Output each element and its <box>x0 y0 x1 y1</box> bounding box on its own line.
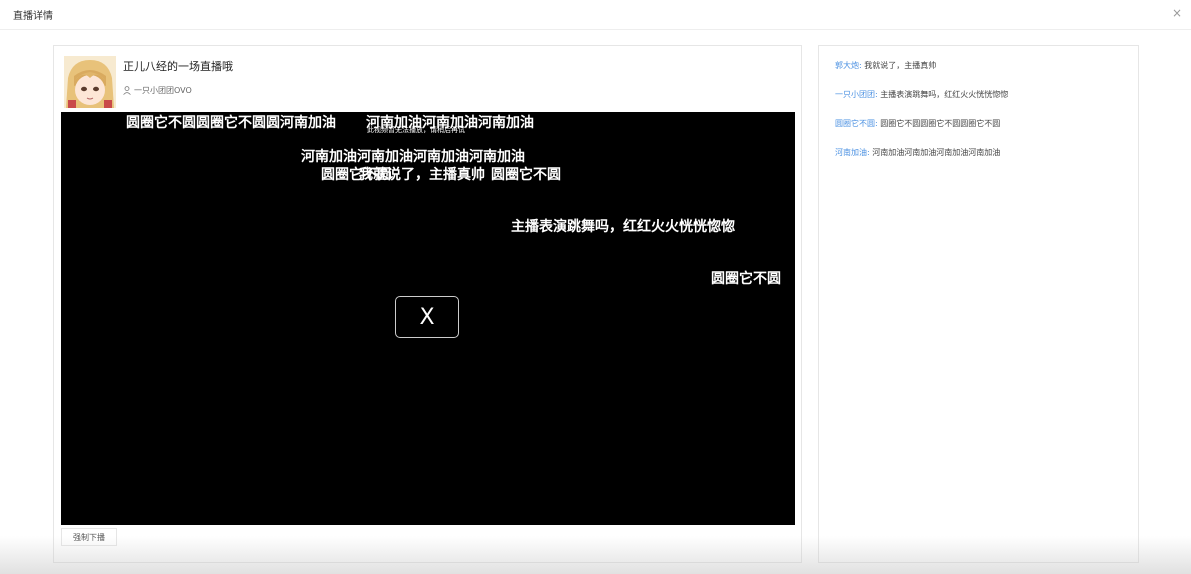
host-line: 一只小团团OVO <box>123 85 192 96</box>
comments-panel: 郭大炮: 我就说了，主播真帅 一只小团团: 主播表演跳舞吗，红红火火恍恍惚惚 圆… <box>818 45 1139 563</box>
live-panel: 正儿八经的一场直播哦 一只小团团OVO 圆圈它不圆圆圈它不圆圆河南加油 河南加油… <box>53 45 802 563</box>
live-title: 正儿八经的一场直播哦 <box>123 60 233 73</box>
danmaku-item: 我就说了，主播真帅 <box>359 167 485 183</box>
comment-text: 河南加油河南加油河南加油河南加油 <box>872 148 1001 157</box>
avatar <box>64 56 116 108</box>
comment-user[interactable]: 圆圈它不圆 <box>835 119 875 128</box>
comment-item: 圆圈它不圆: 圆圈它不圆圆圈它不圆圆圈它不圆 <box>835 119 1001 128</box>
user-icon <box>123 86 131 95</box>
comment-text: 主播表演跳舞吗，红红火火恍恍惚惚 <box>880 90 1009 99</box>
modal-header: 直播详情 × <box>0 0 1191 30</box>
danmaku-item: 圆圈它不圆圆圈它不圆圆河南加油 <box>126 115 336 131</box>
force-end-live-button[interactable]: 强制下播 <box>61 528 117 546</box>
comment-text: 我就说了，主播真帅 <box>864 61 937 70</box>
danmaku-item: 圆圈它不圆 <box>711 271 781 287</box>
close-icon[interactable]: × <box>1172 6 1182 20</box>
video-close-button[interactable]: X <box>395 296 459 338</box>
comment-user[interactable]: 河南加油 <box>835 148 867 157</box>
video-error-message: 此视频暂无法播放，请稍后再试 <box>367 126 465 134</box>
danmaku-item: 河南加油河南加油河南加油河南加油 <box>301 149 525 165</box>
comment-text: 圆圈它不圆圆圈它不圆圆圈它不圆 <box>880 119 1001 128</box>
comment-user[interactable]: 郭大炮 <box>835 61 859 70</box>
comment-item: 一只小团团: 主播表演跳舞吗，红红火火恍恍惚惚 <box>835 90 1009 99</box>
modal-title: 直播详情 <box>13 11 53 22</box>
anime-avatar-image <box>64 56 116 108</box>
danmaku-item: 圆圈它不圆 <box>491 167 561 183</box>
comment-item: 郭大炮: 我就说了，主播真帅 <box>835 61 937 70</box>
danmaku-item: 主播表演跳舞吗，红红火火恍恍惚惚 <box>511 219 735 235</box>
host-name: 一只小团团OVO <box>134 86 192 95</box>
comment-item: 河南加油: 河南加油河南加油河南加油河南加油 <box>835 148 1001 157</box>
video-player[interactable]: 圆圈它不圆圆圈它不圆圆河南加油 河南加油河南加油河南加油 此视频暂无法播放，请稍… <box>61 112 795 525</box>
comment-user[interactable]: 一只小团团 <box>835 90 875 99</box>
